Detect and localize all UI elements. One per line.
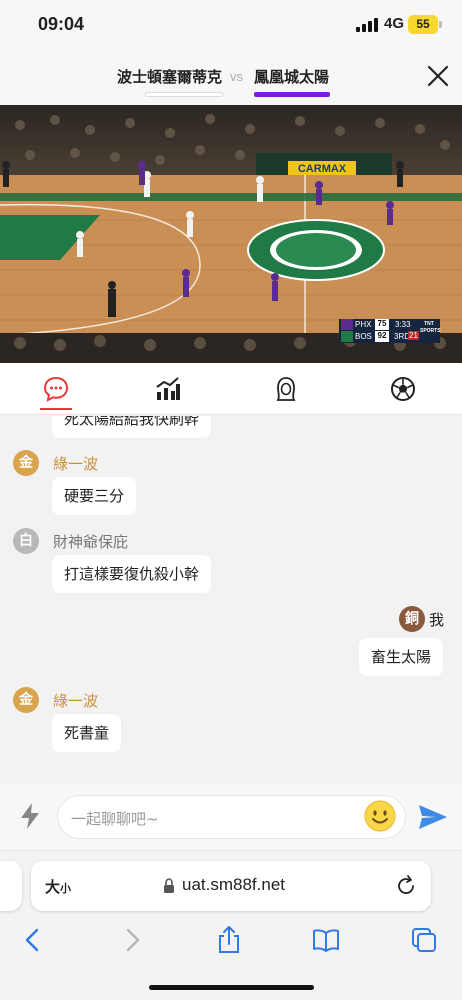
stats-icon[interactable] <box>154 375 182 403</box>
network-type: 4G <box>384 15 405 32</box>
previous-tab-card[interactable] <box>0 861 22 911</box>
chat-username[interactable]: 財神爺保庇 <box>53 531 128 552</box>
battery-tip <box>439 21 442 28</box>
composer-bar: 一起聊聊吧~ <box>0 784 462 850</box>
url-text[interactable]: uat.sm88f.net <box>182 875 285 895</box>
tabs-icon[interactable] <box>409 925 439 955</box>
phx-color-chip <box>341 319 353 330</box>
team1-score: 75 <box>375 319 389 330</box>
bookmarks-icon[interactable] <box>311 925 341 955</box>
chat-message: 硬要三分 <box>52 477 137 515</box>
forward-icon[interactable] <box>117 925 147 955</box>
clock: 09:04 <box>38 14 85 34</box>
team2-abbr: BOS <box>355 332 372 341</box>
chat-message-self: 畜生太陽 <box>359 638 444 676</box>
address-bar[interactable]: 大小 uat.sm88f.net <box>31 861 431 911</box>
battery-icon: 55 <box>408 15 438 34</box>
scoreboard: PHX BOS 75 92 3:33 3RD 21 TNT SPORTS <box>339 319 441 343</box>
vs-label: vs <box>230 69 243 84</box>
team2-score: 92 <box>375 331 389 342</box>
send-icon[interactable] <box>418 804 448 830</box>
lock-icon <box>164 878 174 893</box>
text-size-large: 大 <box>45 878 61 896</box>
text-size-button[interactable]: 大小 <box>45 876 71 897</box>
team1-abbr: PHX <box>355 320 372 329</box>
close-icon[interactable] <box>426 64 450 88</box>
player-icon[interactable] <box>272 375 300 403</box>
tab-bar <box>0 363 462 415</box>
chat-username[interactable]: 綠一波 <box>53 690 98 711</box>
chat-icon[interactable] <box>42 375 70 403</box>
rank-badge-bronze: 銅 <box>399 606 425 632</box>
reload-icon[interactable] <box>395 875 417 897</box>
home-team-indicator <box>145 92 223 97</box>
broadcaster-logo: TNT SPORTS <box>420 321 441 334</box>
chat-input[interactable]: 一起聊聊吧~ <box>57 795 406 839</box>
chat-message: 打這樣要復仇殺小幹 <box>52 555 212 593</box>
rank-badge-gold: 金 <box>13 687 39 713</box>
emoji-icon[interactable] <box>364 800 396 832</box>
home-team-tab[interactable]: 波士頓塞爾蒂克 <box>117 66 222 87</box>
chat-message-partial: 死太陽給給我快刷幹 <box>52 416 212 438</box>
bos-color-chip <box>341 331 353 342</box>
chat-username-self: 我 <box>429 611 445 629</box>
chat-feed[interactable]: 死太陽給給我快刷幹 金 綠一波 硬要三分 白 財神爺保庇 打這樣要復仇殺小幹 銅… <box>0 416 462 784</box>
status-bar: 09:04 4G 55 <box>0 0 462 50</box>
soccer-ball-icon[interactable] <box>389 375 417 403</box>
signal-icon <box>356 18 378 32</box>
arena-sign: CARMAX <box>298 163 347 175</box>
rank-badge-white: 白 <box>13 528 39 554</box>
match-header: 波士頓塞爾蒂克 vs 鳳凰城太陽 <box>0 50 462 105</box>
active-tab-indicator <box>40 408 72 410</box>
chat-message: 死書童 <box>52 714 122 752</box>
chat-input-placeholder: 一起聊聊吧~ <box>71 810 159 828</box>
browser-toolbar: 大小 uat.sm88f.net <box>0 850 462 1000</box>
rank-badge-gold: 金 <box>13 450 39 476</box>
shot-clock: 21 <box>408 331 419 340</box>
text-size-small: 小 <box>60 882 72 895</box>
chat-username[interactable]: 綠一波 <box>53 453 98 474</box>
away-team-indicator <box>254 92 330 97</box>
away-team-tab[interactable]: 鳳凰城太陽 <box>254 66 329 87</box>
lightning-icon[interactable] <box>18 802 42 830</box>
share-icon[interactable] <box>214 925 244 955</box>
game-clock: 3:33 <box>395 320 411 329</box>
back-icon[interactable] <box>18 925 48 955</box>
home-indicator[interactable] <box>149 985 314 990</box>
